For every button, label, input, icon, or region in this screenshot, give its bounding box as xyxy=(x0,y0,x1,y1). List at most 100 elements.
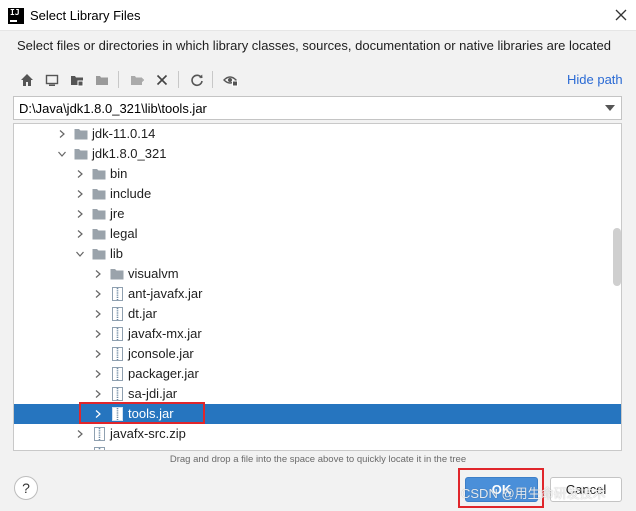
folder-icon xyxy=(74,149,88,160)
jar-archive-icon xyxy=(94,447,105,450)
tree-row-label: javafx-src.zip xyxy=(110,426,186,441)
folder-icon xyxy=(92,229,106,240)
chevron-down-icon[interactable] xyxy=(58,150,66,158)
folder-icon xyxy=(92,169,106,180)
jar-archive-icon xyxy=(112,367,123,381)
delete-button[interactable] xyxy=(151,69,173,91)
new-folder-button[interactable] xyxy=(126,69,148,91)
dialog-description: Select files or directories in which lib… xyxy=(17,38,611,53)
path-input[interactable] xyxy=(14,97,600,119)
intellij-app-icon: IJ xyxy=(8,8,24,24)
tree-row-javafx-mx-jar[interactable]: javafx-mx.jar xyxy=(14,324,621,344)
tree-row-label: lib xyxy=(110,246,124,261)
tree-row-visualvm[interactable]: visualvm xyxy=(14,264,621,284)
tree-row-label: jdk-11.0.14 xyxy=(92,126,156,141)
chevron-right-icon[interactable] xyxy=(94,390,102,398)
desktop-button[interactable] xyxy=(41,69,63,91)
tree-row-ant-javafx-jar[interactable]: ant-javafx.jar xyxy=(14,284,621,304)
file-tree[interactable]: jdk-11.0.14 jdk1.8.0_321 bin include jre… xyxy=(13,123,622,451)
chevron-right-icon[interactable] xyxy=(76,430,84,438)
chevron-right-icon[interactable] xyxy=(94,270,102,278)
chevron-right-icon[interactable] xyxy=(76,230,84,238)
tree-row-sa-jdi-jar[interactable]: sa-jdi.jar xyxy=(14,384,621,404)
folder-icon xyxy=(92,209,106,220)
tree-row-label: javafx-mx.jar xyxy=(128,326,202,341)
drag-drop-hint: Drag and drop a file into the space abov… xyxy=(169,454,467,465)
tree-row-label: jre xyxy=(110,206,125,221)
tree-row-label: visualvm xyxy=(128,266,179,281)
tree-row-dt-jar[interactable]: dt.jar xyxy=(14,304,621,324)
tree-row-label: jdk1.8.0_321 xyxy=(92,146,167,161)
chevron-right-icon[interactable] xyxy=(94,310,102,318)
chevron-down-icon[interactable] xyxy=(76,250,84,258)
tree-row-jconsole-jar[interactable]: jconsole.jar xyxy=(14,344,621,364)
tree-row-label: dt.jar xyxy=(128,306,157,321)
tree-row-jre[interactable]: jre xyxy=(14,204,621,224)
tree-row-tools-jar[interactable]: tools.jar xyxy=(14,404,621,424)
cancel-button[interactable]: Cancel xyxy=(550,477,622,502)
tree-row-javafx-src-zip[interactable]: javafx-src.zip xyxy=(14,424,621,444)
ok-button[interactable]: OK xyxy=(465,477,538,502)
show-hidden-icon xyxy=(223,76,238,87)
jar-archive-icon xyxy=(112,407,123,421)
module-folder-button[interactable] xyxy=(91,69,113,91)
new-folder-icon xyxy=(131,76,144,85)
refresh-icon xyxy=(191,74,203,87)
jar-archive-icon xyxy=(112,307,123,321)
tree-row-lib[interactable]: lib xyxy=(14,244,621,264)
project-folder-button[interactable] xyxy=(66,69,88,91)
file-chooser-toolbar xyxy=(14,66,614,92)
toolbar-separator xyxy=(118,71,119,88)
tree-row-label: ant-javafx.jar xyxy=(128,286,203,301)
hide-path-link[interactable]: Hide path xyxy=(567,72,623,87)
tree-row-jdk1-8[interactable]: jdk1.8.0_321 xyxy=(14,144,621,164)
chevron-right-icon[interactable] xyxy=(94,370,102,378)
chevron-right-icon[interactable] xyxy=(94,410,102,418)
jar-archive-icon xyxy=(112,287,123,301)
folder-icon xyxy=(92,249,106,260)
tree-row-packager-jar[interactable]: packager.jar xyxy=(14,364,621,384)
toolbar-separator xyxy=(212,71,213,88)
tree-row-label: sa-jdi.jar xyxy=(128,386,178,401)
chevron-right-icon[interactable] xyxy=(76,210,84,218)
tree-scrollbar-thumb[interactable] xyxy=(613,228,621,286)
path-history-dropdown[interactable] xyxy=(599,97,621,119)
delete-icon xyxy=(156,74,168,86)
help-button[interactable]: ? xyxy=(14,476,38,500)
close-icon xyxy=(615,9,627,21)
chevron-right-icon[interactable] xyxy=(76,170,84,178)
tree-row-label: include xyxy=(110,186,152,201)
jar-archive-icon xyxy=(112,387,123,401)
chevron-right-icon[interactable] xyxy=(76,190,84,198)
tree-row-jdk-11[interactable]: jdk-11.0.14 xyxy=(14,124,621,144)
window-title: Select Library Files xyxy=(30,8,141,23)
tree-row-label: jconsole.jar xyxy=(128,346,194,361)
folder-icon xyxy=(74,129,88,140)
tree-row-label: packager.jar xyxy=(128,366,199,381)
close-button[interactable] xyxy=(606,0,636,31)
chevron-right-icon[interactable] xyxy=(94,350,102,358)
zip-archive-icon xyxy=(94,427,105,441)
home-button[interactable] xyxy=(16,69,38,91)
tree-row-label: tools.jar xyxy=(128,406,174,421)
tree-row-legal[interactable]: legal xyxy=(14,224,621,244)
jar-archive-icon xyxy=(112,327,123,341)
path-field[interactable] xyxy=(13,96,622,120)
home-icon xyxy=(21,74,33,86)
show-hidden-button[interactable] xyxy=(220,69,242,91)
toolbar-separator xyxy=(178,71,179,88)
chevron-right-icon[interactable] xyxy=(94,330,102,338)
module-folder-icon xyxy=(96,76,108,85)
chevron-down-icon xyxy=(605,105,615,111)
tree-row-bin[interactable]: bin xyxy=(14,164,621,184)
chevron-right-icon[interactable] xyxy=(58,130,66,138)
jar-archive-icon xyxy=(112,347,123,361)
chevron-right-icon[interactable] xyxy=(94,290,102,298)
folder-icon xyxy=(92,189,106,200)
title-bar: IJ Select Library Files xyxy=(0,0,636,31)
folder-icon xyxy=(110,269,124,280)
tree-row-partial[interactable] xyxy=(14,444,621,450)
tree-row-label: legal xyxy=(110,226,138,241)
tree-row-include[interactable]: include xyxy=(14,184,621,204)
refresh-button[interactable] xyxy=(186,69,208,91)
